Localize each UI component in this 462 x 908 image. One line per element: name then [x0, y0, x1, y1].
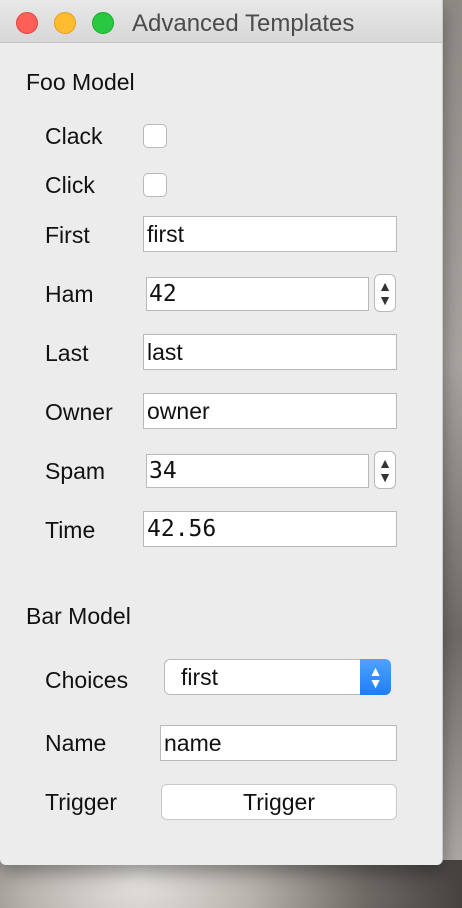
spam-label: Spam — [45, 458, 106, 484]
time-input[interactable]: 42.56 — [143, 511, 397, 547]
owner-label: Owner — [45, 399, 113, 425]
spam-stepper[interactable]: ▲ ▼ — [374, 451, 396, 489]
clack-checkbox[interactable] — [143, 124, 167, 148]
choices-select[interactable]: first ▲ ▼ — [164, 659, 391, 695]
stepper-up-icon[interactable]: ▲ — [375, 279, 395, 293]
select-down-icon: ▼ — [368, 675, 383, 691]
first-input[interactable]: first — [143, 216, 397, 252]
ham-input[interactable]: 42 — [146, 277, 369, 311]
clack-label: Clack — [45, 123, 103, 149]
foo-model-title: Foo Model — [26, 69, 135, 95]
owner-input[interactable]: owner — [143, 393, 397, 429]
click-label: Click — [45, 172, 95, 198]
desktop-background — [0, 860, 462, 908]
maximize-window-button[interactable] — [92, 12, 114, 34]
name-label: Name — [45, 730, 107, 756]
window-title: Advanced Templates — [132, 10, 355, 37]
last-input[interactable]: last — [143, 334, 397, 370]
ham-stepper[interactable]: ▲ ▼ — [374, 274, 396, 312]
ham-label: Ham — [45, 281, 94, 307]
name-input[interactable]: name — [160, 725, 397, 761]
stepper-down-icon[interactable]: ▼ — [375, 470, 395, 484]
app-window: Advanced Templates Foo Model Clack Click… — [0, 0, 443, 865]
bar-model-title: Bar Model — [26, 603, 131, 629]
choices-selected-value: first — [181, 664, 219, 690]
minimize-window-button[interactable] — [54, 12, 76, 34]
time-label: Time — [45, 517, 96, 543]
spam-input[interactable]: 34 — [146, 454, 369, 488]
trigger-button[interactable]: Trigger — [161, 784, 397, 820]
choices-label: Choices — [45, 667, 129, 693]
titlebar: Advanced Templates — [0, 0, 442, 43]
first-label: First — [45, 222, 90, 248]
stepper-up-icon[interactable]: ▲ — [375, 456, 395, 470]
stepper-down-icon[interactable]: ▼ — [375, 293, 395, 307]
close-window-button[interactable] — [16, 12, 38, 34]
click-checkbox[interactable] — [143, 173, 167, 197]
chevron-up-down-icon[interactable]: ▲ ▼ — [360, 659, 391, 695]
trigger-label: Trigger — [45, 789, 117, 815]
last-label: Last — [45, 340, 89, 366]
